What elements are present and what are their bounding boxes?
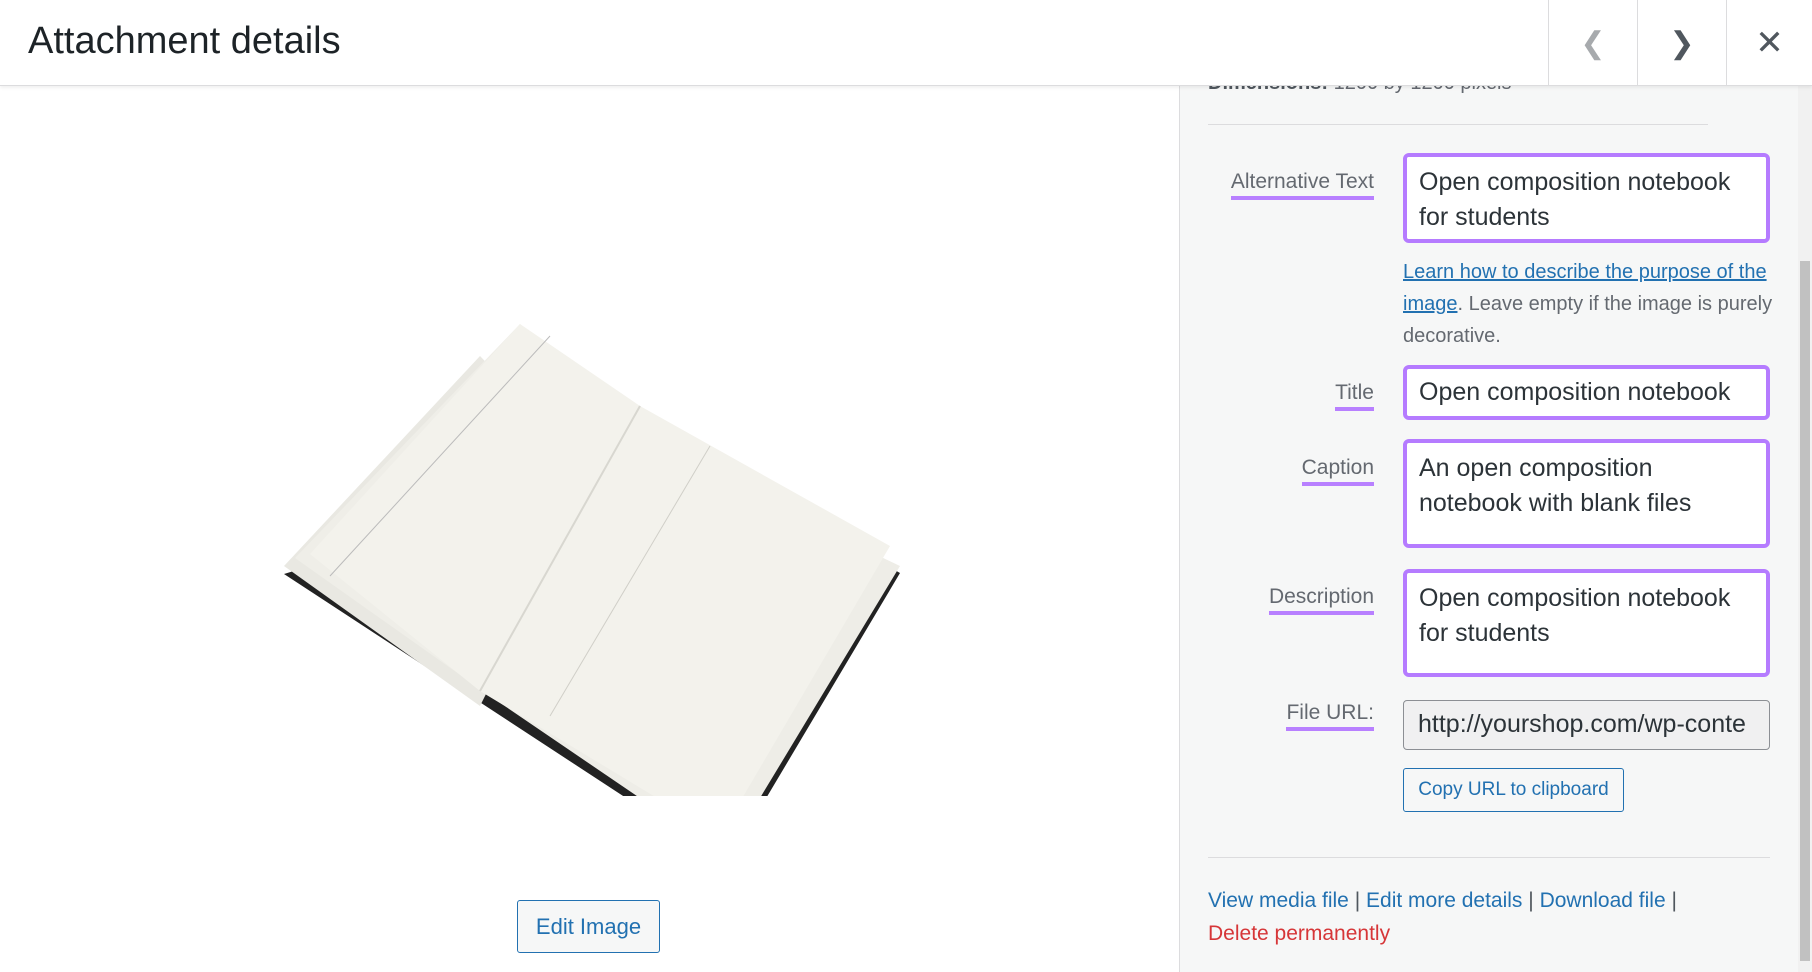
alt-text-field[interactable]: Open composition notebook for students — [1403, 153, 1770, 243]
chevron-right-icon: ❯ — [1669, 26, 1695, 60]
download-file-link[interactable]: Download file — [1540, 889, 1666, 912]
next-button[interactable]: ❯ — [1637, 0, 1726, 86]
description-label: Description — [1268, 584, 1374, 615]
caption-field[interactable]: An open composition notebook with blank … — [1403, 439, 1770, 548]
title-label: Title — [1335, 380, 1374, 411]
notebook-image — [284, 324, 900, 796]
close-button[interactable]: ✕ — [1726, 0, 1812, 86]
chevron-left-icon: ❮ — [1580, 26, 1606, 60]
caption-label: Caption — [1301, 455, 1374, 486]
attachment-actions: View media file | Edit more details | Do… — [1208, 889, 1677, 945]
alt-text-label: Alternative Text — [1230, 169, 1374, 200]
view-media-link[interactable]: View media file — [1208, 889, 1349, 912]
media-preview: Edit Image — [0, 86, 1179, 972]
dimensions: Dimensions: 1200 by 1200 pixels — [1208, 86, 1512, 95]
close-icon: ✕ — [1755, 24, 1784, 62]
attachment-sidebar: Dimensions: 1200 by 1200 pixels Alternat… — [1179, 86, 1798, 972]
edit-details-link[interactable]: Edit more details — [1366, 889, 1522, 912]
divider — [1208, 124, 1708, 125]
copy-url-button[interactable]: Copy URL to clipboard — [1403, 768, 1624, 812]
page-title: Attachment details — [28, 20, 341, 62]
file-url-field[interactable]: http://yourshop.com/wp-conte — [1403, 700, 1770, 750]
scrollbar[interactable] — [1798, 86, 1812, 972]
title-field[interactable]: Open composition notebook — [1403, 365, 1770, 420]
scrollbar-thumb[interactable] — [1800, 261, 1810, 961]
alt-text-help: Learn how to describe the purpose of the… — [1403, 261, 1773, 347]
file-url-label: File URL: — [1286, 700, 1374, 731]
modal-header: Attachment details ❮ ❯ ✕ — [0, 0, 1812, 86]
edit-image-button[interactable]: Edit Image — [517, 900, 660, 953]
description-field[interactable]: Open composition notebook for students — [1403, 569, 1770, 677]
delete-permanently-link[interactable]: Delete permanently — [1208, 922, 1390, 945]
divider — [1208, 857, 1770, 858]
previous-button[interactable]: ❮ — [1548, 0, 1637, 86]
